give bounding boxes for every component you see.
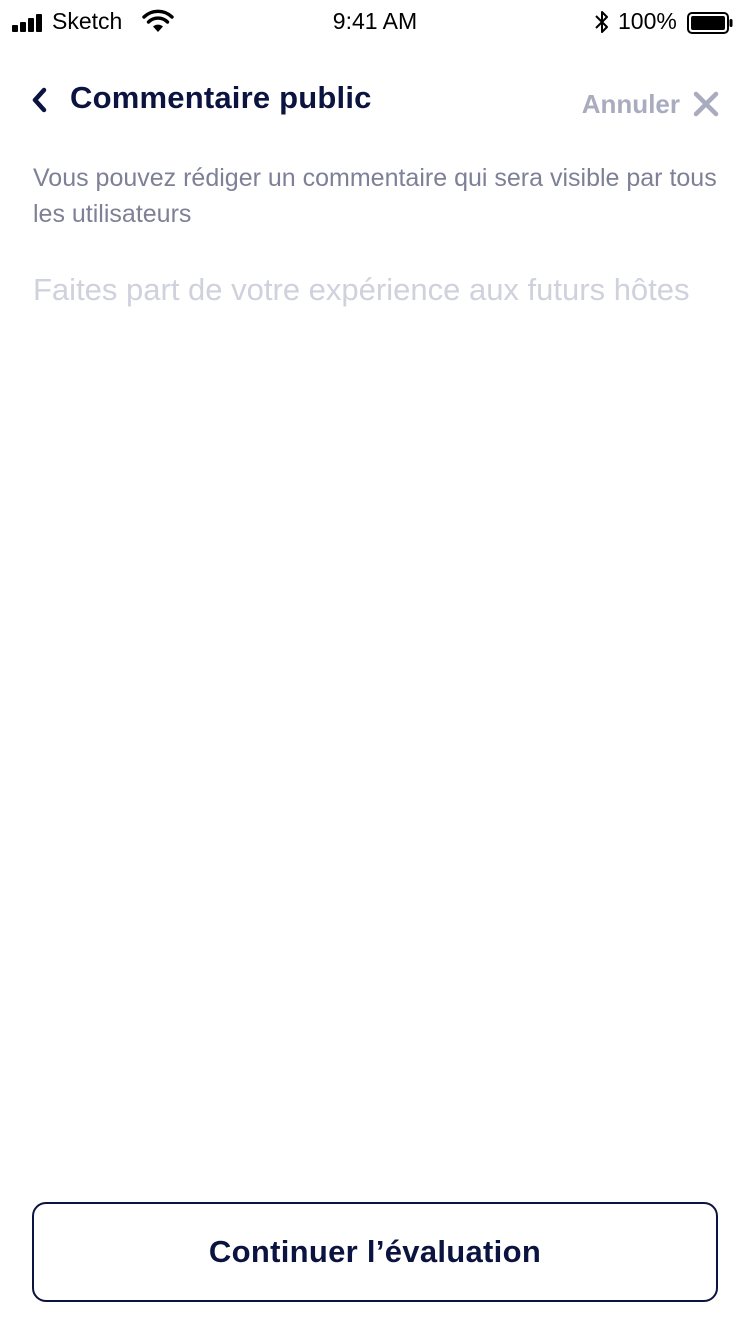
page-title: Commentaire public — [70, 80, 372, 115]
status-bar: Sketch 9:41 AM 100% — [0, 0, 750, 44]
description-text: Vous pouvez rédiger un commentaire qui s… — [33, 164, 717, 228]
continue-evaluation-button[interactable]: Continuer l’évaluation — [32, 1202, 718, 1302]
back-button[interactable] — [26, 80, 56, 120]
continue-label: Continuer l’évaluation — [208, 1234, 542, 1269]
bluetooth-icon — [595, 11, 608, 33]
close-icon — [693, 91, 719, 117]
cancel-label: Annuler — [581, 88, 680, 119]
public-comment-input[interactable] — [33, 268, 723, 1148]
cancel-button[interactable]: Annuler — [582, 84, 720, 124]
battery-percent: 100% — [618, 8, 677, 34]
chevron-left-icon — [32, 87, 47, 113]
battery-icon — [687, 12, 733, 34]
header: Commentaire public Annuler — [0, 70, 750, 134]
